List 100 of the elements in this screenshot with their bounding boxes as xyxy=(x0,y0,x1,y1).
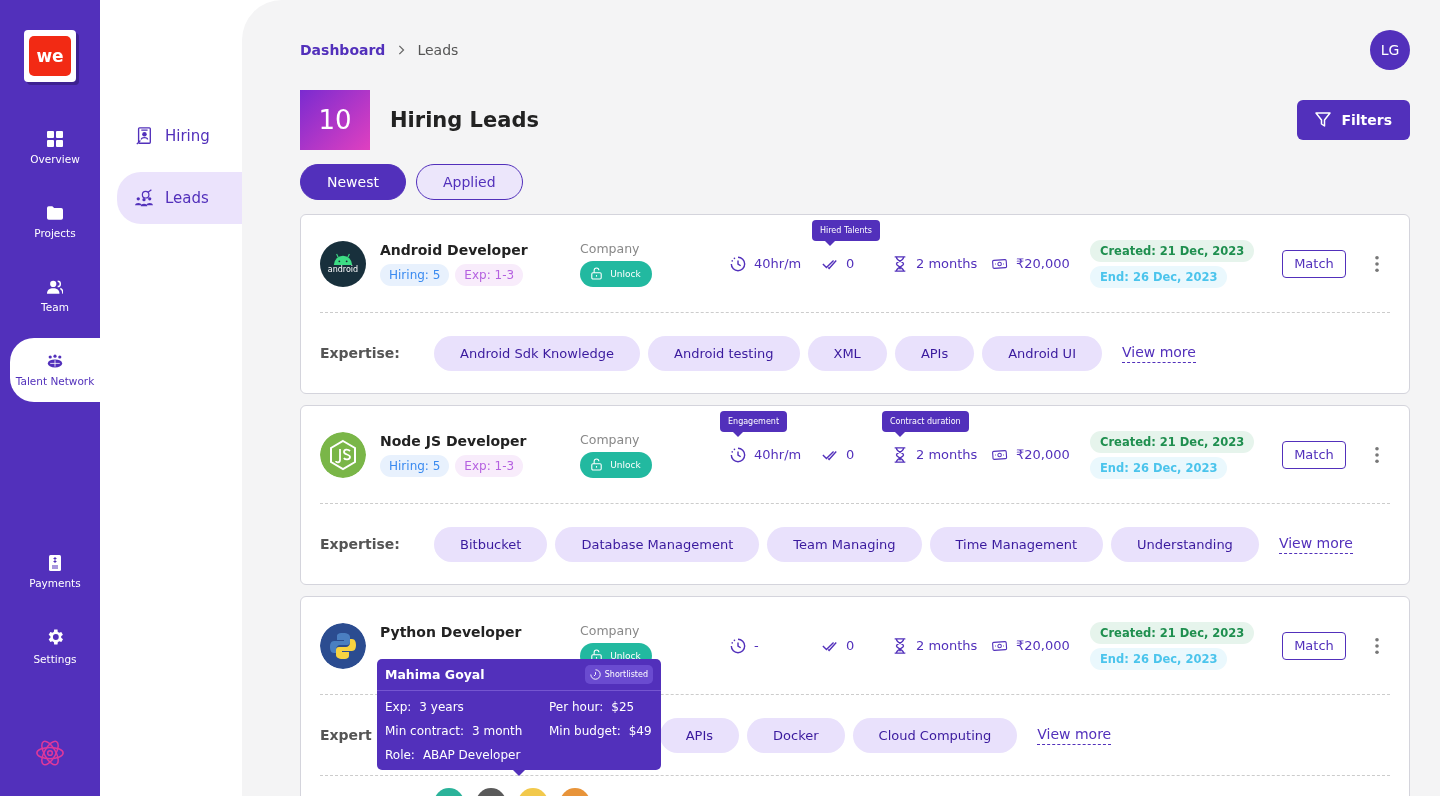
skill-chip: Database Management xyxy=(555,526,760,562)
stat-value: ₹20,000 xyxy=(1016,447,1070,462)
created-date-badge: Created: 21 Dec, 2023 xyxy=(1090,621,1255,644)
more-options-icon[interactable] xyxy=(1374,636,1380,655)
match-button[interactable]: Match xyxy=(1282,631,1346,660)
invoice-icon xyxy=(47,555,63,571)
end-date-badge: End: 26 Dec, 2023 xyxy=(1090,456,1228,479)
nav-item[interactable]: Payments xyxy=(10,540,100,604)
subnav-item[interactable]: Leads xyxy=(117,172,242,224)
more-options-icon[interactable] xyxy=(1374,254,1380,273)
skill-chip: Docker xyxy=(747,717,845,753)
end-date-badge: End: 26 Dec, 2023 xyxy=(1090,647,1228,670)
hiring-badge: Hiring: 5 xyxy=(380,454,450,477)
unlock-icon xyxy=(591,267,603,280)
skill-chip: Bitbucket xyxy=(434,526,548,562)
hourglass-icon xyxy=(892,255,908,272)
skill-chip: Team Managing xyxy=(767,526,922,562)
tooltip-arrow xyxy=(733,431,743,437)
company-label: Company xyxy=(580,431,641,447)
view-more-link[interactable]: View more xyxy=(1121,343,1196,363)
folder-icon xyxy=(47,205,63,221)
stat-value: - xyxy=(754,638,759,653)
breadcrumb-link[interactable]: Dashboard xyxy=(300,42,386,58)
created-date-badge: Created: 21 Dec, 2023 xyxy=(1090,430,1255,453)
count-badge: 10 xyxy=(300,90,370,150)
skill-chip: Cloud Computing xyxy=(852,717,1018,753)
view-more-link[interactable]: View more xyxy=(1278,534,1353,554)
filter-tab[interactable]: Applied xyxy=(415,164,523,200)
atom-icon xyxy=(35,738,65,768)
document-icon xyxy=(135,127,153,145)
match-button[interactable]: Match xyxy=(1282,440,1346,469)
job-title: Node JS Developer xyxy=(380,432,528,449)
skill-chip: APIs xyxy=(659,717,740,753)
field-label: Role: xyxy=(385,748,415,762)
experience-badge: Exp: 1-3 xyxy=(455,263,524,286)
app-logo: we xyxy=(24,30,76,82)
skill-chip: Android testing xyxy=(648,335,800,371)
more-options-icon[interactable] xyxy=(1374,445,1380,464)
job-title: Android Developer xyxy=(380,241,529,258)
job-title: Python Developer xyxy=(380,623,523,640)
field-value: ABAP Developer xyxy=(422,748,521,762)
skill-chip: APIs xyxy=(894,335,975,371)
nav-item[interactable]: Settings xyxy=(10,614,100,678)
stat-value: ₹20,000 xyxy=(1016,638,1070,653)
nav-item[interactable]: Projects xyxy=(10,190,100,254)
subnav-item[interactable]: Hiring xyxy=(117,110,242,162)
filter-icon xyxy=(1315,112,1332,128)
stat-value: 2 months xyxy=(916,256,978,271)
match-button[interactable]: Match xyxy=(1282,249,1346,278)
field-label: Min budget: xyxy=(549,724,621,738)
user-avatar[interactable]: LG xyxy=(1370,30,1410,70)
skill-chip: Understanding xyxy=(1111,526,1259,562)
stat-value: 40hr/m xyxy=(754,447,802,462)
clock-icon xyxy=(730,255,746,272)
logo-text: android xyxy=(327,266,359,274)
skill-chip: XML xyxy=(807,335,887,371)
view-more-link[interactable]: View more xyxy=(1037,725,1112,745)
filter-tab[interactable]: Newest xyxy=(300,164,406,200)
chevron-icon xyxy=(397,45,406,55)
field-value: $25 xyxy=(611,700,635,714)
network-icon xyxy=(47,353,63,369)
stat-value: 0 xyxy=(846,447,855,462)
end-date-badge: End: 26 Dec, 2023 xyxy=(1090,265,1228,288)
stat-value: 2 months xyxy=(916,638,978,653)
timer-icon xyxy=(589,669,601,680)
clock-icon xyxy=(730,637,746,654)
people-icon xyxy=(47,279,63,295)
nav-item[interactable]: Overview xyxy=(10,116,100,180)
hourglass-icon xyxy=(892,637,908,654)
skill-chip: Android UI xyxy=(982,335,1102,371)
stat-value: 40hr/m xyxy=(754,256,802,271)
created-date-badge: Created: 21 Dec, 2023 xyxy=(1090,239,1255,262)
field-label: Per hour: xyxy=(549,700,604,714)
stat-value: 0 xyxy=(846,638,855,653)
tooltip: Engagement xyxy=(720,410,788,432)
stat-value: ₹20,000 xyxy=(1016,256,1070,271)
group-search-icon xyxy=(135,189,153,207)
skill-chip: Time Management xyxy=(929,526,1104,562)
grid-icon xyxy=(47,131,63,147)
clock-icon xyxy=(730,446,746,463)
tooltip-arrow xyxy=(895,431,905,437)
stat-value: 0 xyxy=(846,256,855,271)
snake-logo xyxy=(320,622,366,669)
expertise-label: Expertise: xyxy=(320,536,401,552)
filters-button[interactable]: Filters xyxy=(1297,100,1410,140)
hexagon-logo xyxy=(320,431,366,478)
field-label: Exp: xyxy=(385,700,412,714)
company-label: Company xyxy=(580,240,641,256)
robot-icon xyxy=(332,253,354,266)
expertise-label: Expert xyxy=(320,727,372,743)
status-badge: Shortlisted xyxy=(584,665,653,684)
skill-chip: Android Sdk Knowledge xyxy=(434,335,641,371)
nav-item[interactable]: Team xyxy=(10,264,100,328)
tooltip-arrow xyxy=(825,240,835,246)
nav-item[interactable]: Talent Network xyxy=(10,338,100,402)
breadcrumb-current: Leads xyxy=(417,42,459,58)
page-title: Hiring Leads xyxy=(390,108,540,132)
tooltip: Contract duration xyxy=(882,410,969,432)
unlock-icon xyxy=(591,458,603,471)
hourglass-icon xyxy=(892,446,908,463)
